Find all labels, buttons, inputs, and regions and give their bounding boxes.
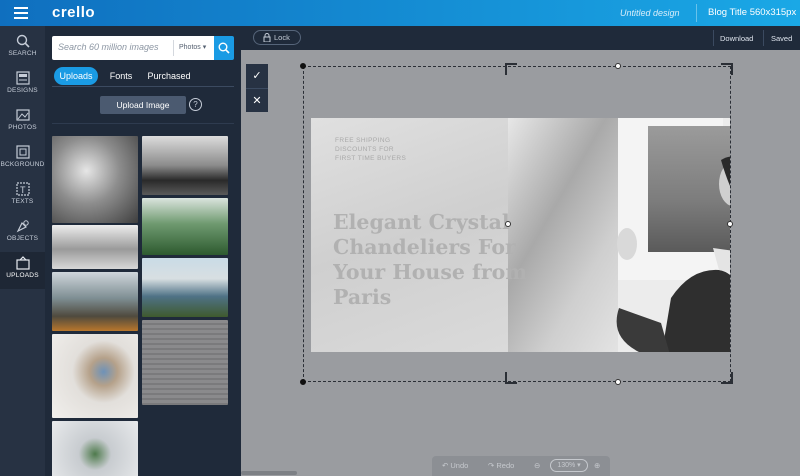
photos-icon (15, 109, 30, 121)
svg-text:T: T (20, 185, 26, 195)
tab-purchased[interactable]: Purchased (144, 67, 194, 85)
upload-thumbnail[interactable] (142, 136, 228, 195)
resize-handle[interactable] (300, 63, 306, 69)
resize-handle[interactable] (505, 221, 511, 227)
confirm-check-icon[interactable]: ✓ (246, 64, 268, 88)
uploads-panel: Search 60 million images Photos ▾ Upload… (45, 26, 241, 476)
zoom-select[interactable]: 130% ▾ (550, 459, 588, 472)
help-icon[interactable]: ? (189, 98, 202, 111)
search-button[interactable] (214, 36, 234, 60)
canvas-toolbar: Lock Download Saved (241, 26, 800, 50)
upload-thumbnail[interactable] (52, 421, 138, 476)
designs-icon (15, 71, 30, 85)
panel-divider (52, 123, 234, 124)
lock-icon (263, 33, 271, 42)
search-placeholder: Search 60 million images (58, 42, 159, 52)
top-bar: crello Untitled design Blog Title 560x31… (0, 0, 800, 26)
app-logo[interactable]: crello (52, 4, 95, 21)
undo-button[interactable]: ↶ Undo (442, 461, 468, 470)
upload-image-button[interactable]: Upload Image (100, 96, 186, 114)
rail-label: BCKGROUND (0, 161, 45, 168)
document-size[interactable]: Blog Title 560x315px (708, 7, 796, 18)
upload-thumbnail[interactable] (142, 198, 228, 255)
search-icon (16, 34, 30, 48)
document-name[interactable]: Untitled design (620, 8, 680, 18)
rail-label: PHOTOS (8, 124, 37, 131)
rail-item-search[interactable]: SEARCH (0, 30, 45, 67)
zoom-out-icon[interactable]: ⊖ (534, 461, 540, 470)
left-rail: SEARCH DESIGNS PHOTOS BCKGROUND T TEXTS … (0, 26, 45, 476)
search-filter-label: Photos (179, 44, 201, 51)
cancel-close-icon[interactable]: ✕ (246, 88, 268, 112)
panel-tabs: Uploads Fonts Purchased (52, 67, 234, 87)
zoom-level: 130% (557, 462, 576, 469)
horizontal-scrollbar[interactable] (241, 471, 297, 475)
topbar-divider (696, 4, 697, 22)
upload-thumbnail[interactable] (52, 136, 138, 223)
selection-frame (303, 66, 731, 382)
search-icon (218, 42, 230, 54)
toolbar-divider (763, 30, 764, 46)
objects-icon (16, 220, 29, 233)
crop-corner-handle[interactable] (721, 63, 733, 75)
crop-corner-handle[interactable] (721, 372, 733, 384)
upload-thumbnail[interactable] (52, 225, 138, 269)
confirm-controls: ✓ ✕ (246, 64, 268, 112)
rail-label: SEARCH (8, 50, 37, 57)
upload-thumbnail[interactable] (52, 272, 138, 331)
uploads-icon (15, 256, 30, 270)
rail-item-uploads[interactable]: UPLOADS (0, 252, 45, 289)
undo-label: Undo (450, 461, 469, 470)
rail-item-texts[interactable]: T TEXTS (0, 178, 45, 215)
texts-icon: T (15, 182, 30, 196)
download-button[interactable]: Download (720, 34, 753, 43)
search-input[interactable]: Search 60 million images Photos ▾ (52, 36, 216, 60)
zoom-in-icon[interactable]: ⊕ (594, 461, 600, 470)
redo-button[interactable]: ↷ Redo (488, 461, 514, 470)
rail-label: TEXTS (11, 198, 34, 205)
saved-status: Saved (771, 34, 793, 43)
rail-label: UPLOADS (6, 272, 39, 279)
menu-icon[interactable] (14, 7, 28, 19)
background-icon (15, 145, 30, 159)
rail-label: OBJECTS (6, 235, 39, 242)
bottom-controls: ↶ Undo ↷ Redo ⊖ 130% ▾ ⊕ (432, 456, 610, 476)
rail-item-objects[interactable]: OBJECTS (0, 215, 45, 252)
resize-handle[interactable] (727, 221, 733, 227)
rail-label: DESIGNS (7, 87, 38, 94)
crop-corner-handle[interactable] (505, 63, 517, 75)
upload-thumbnail[interactable] (142, 320, 228, 405)
toolbar-divider (713, 30, 714, 46)
upload-thumbnail[interactable] (52, 334, 138, 418)
rail-item-background[interactable]: BCKGROUND (0, 141, 45, 178)
crop-corner-handle[interactable] (505, 372, 517, 384)
redo-label: Redo (496, 461, 515, 470)
resize-handle[interactable] (300, 379, 306, 385)
tab-uploads[interactable]: Uploads (54, 67, 98, 85)
resize-handle[interactable] (615, 63, 621, 69)
upload-thumbnail[interactable] (142, 258, 228, 317)
lock-button[interactable]: Lock (253, 30, 301, 45)
tab-fonts[interactable]: Fonts (104, 67, 138, 85)
resize-handle[interactable] (615, 379, 621, 385)
search-filter-select[interactable]: Photos ▾ (173, 40, 206, 56)
rail-item-designs[interactable]: DESIGNS (0, 67, 45, 104)
lock-label: Lock (274, 33, 290, 42)
rail-item-photos[interactable]: PHOTOS (0, 104, 45, 141)
